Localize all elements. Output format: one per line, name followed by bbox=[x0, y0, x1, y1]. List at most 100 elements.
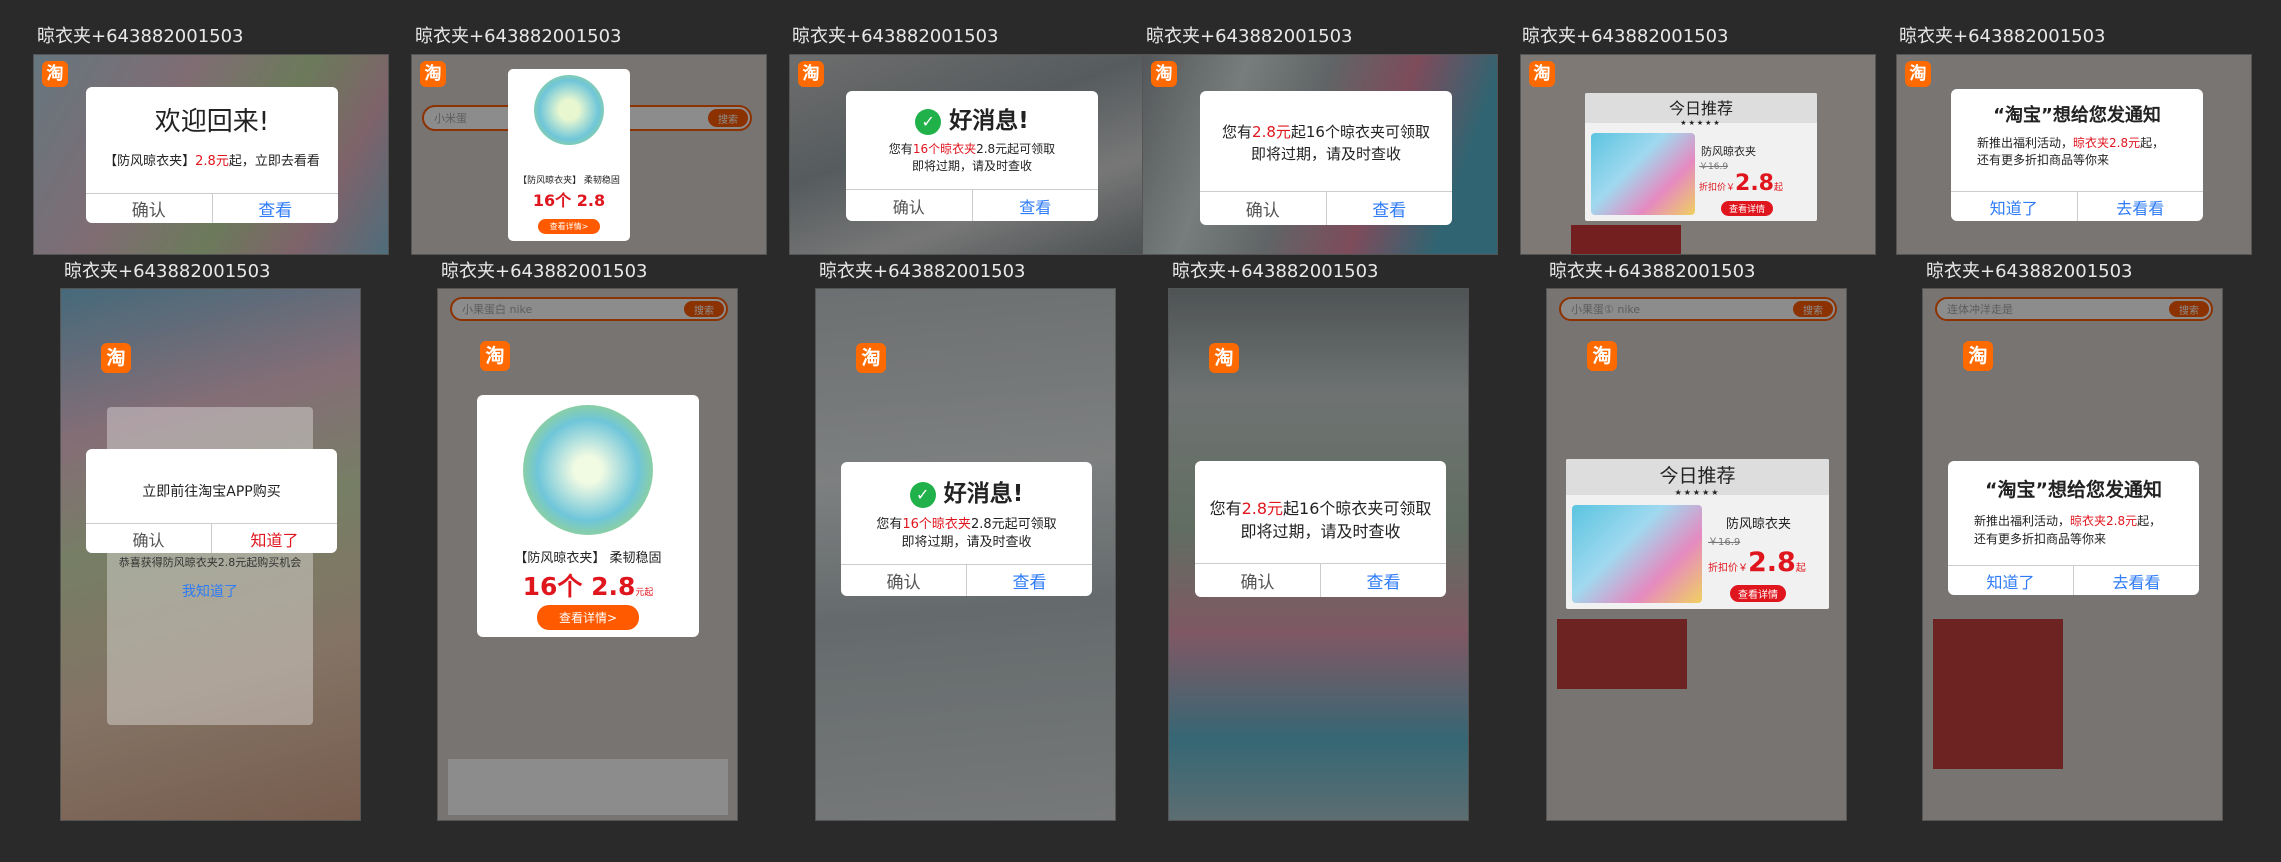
dialog-body: 新推出福利活动，晾衣夹2.8元起， 还有更多折扣商品等你来 bbox=[1977, 136, 2165, 167]
variant-label: 晾衣夹+643882001503 bbox=[819, 261, 1026, 282]
welcome-dialog: 欢迎回来! 【防风晾衣夹】2.8元起，立即去看看 确认 查看 bbox=[86, 87, 338, 223]
product-caption: 【防风晾衣夹】 柔韧稳固 bbox=[514, 551, 662, 566]
check-icon: ✓ bbox=[909, 481, 936, 508]
ad-thumbnail-recommend-landscape[interactable]: 淘 今日推荐 ★★★★★ 防风晾衣夹 ￥16.9 折扣价￥2.8起 查看详情 bbox=[1520, 54, 1876, 255]
taobao-logo-icon: 淘 bbox=[856, 343, 886, 373]
dialog-title: 欢迎回来! bbox=[154, 107, 270, 137]
go-look-button[interactable]: 去看看 bbox=[2073, 566, 2199, 595]
dialog-title: 今日推荐 bbox=[1668, 99, 1733, 118]
ad-thumbnail-expire-landscape[interactable]: 淘 您有2.8元起16个晾衣夹可领取 即将过期，请及时查收 确认 查看 bbox=[1142, 54, 1498, 255]
goto-app-dialog: 立即前往淘宝APP购买 确认 知道了 bbox=[86, 449, 337, 553]
view-detail-button[interactable]: 查看详情> bbox=[536, 605, 640, 630]
taobao-logo-icon: 淘 bbox=[1209, 343, 1239, 373]
variant-label: 晾衣夹+643882001503 bbox=[415, 26, 622, 47]
view-detail-button[interactable]: 查看详情 bbox=[1721, 201, 1774, 216]
confirm-button[interactable]: 确认 bbox=[1195, 564, 1320, 597]
ad-thumbnail-goodnews-portrait[interactable]: 淘 ✓ 好消息! 您有16个晾衣夹2.8元起可领取 即将过期，请及时查收 确认 查… bbox=[815, 288, 1116, 821]
check-icon: ✓ bbox=[915, 108, 942, 135]
dialog-title: ✓ 好消息! bbox=[841, 474, 1092, 508]
product-card-dialog: 【防风晾衣夹】 柔韧稳固 16个 2.8 查看详情> bbox=[508, 69, 630, 241]
taobao-logo-icon: 淘 bbox=[101, 343, 131, 373]
confirm-button[interactable]: 确认 bbox=[86, 524, 211, 553]
variant-label: 晾衣夹+643882001503 bbox=[1549, 261, 1756, 282]
product-caption: 【防风晾衣夹】 柔韧稳固 bbox=[518, 176, 620, 186]
product-card-dialog: 【防风晾衣夹】 柔韧稳固 16个 2.8元起 查看详情> bbox=[477, 395, 699, 637]
rating-stars: ★★★★★ bbox=[1680, 119, 1722, 127]
dialog-title: 今日推荐 bbox=[1659, 465, 1736, 487]
view-button[interactable]: 查看 bbox=[1325, 192, 1453, 225]
taobao-logo-icon: 淘 bbox=[480, 341, 510, 371]
variant-label: 晾衣夹+643882001503 bbox=[792, 26, 999, 47]
dialog-body: 【防风晾衣夹】2.8元起，立即去看看 bbox=[104, 154, 320, 169]
taobao-logo-icon: 淘 bbox=[1529, 61, 1555, 87]
variant-label: 晾衣夹+643882001503 bbox=[1522, 26, 1729, 47]
discount-price: 折扣价￥2.8起 bbox=[1699, 171, 1784, 196]
taobao-logo-icon: 淘 bbox=[1963, 341, 1993, 371]
product-name: 防风晾衣夹 bbox=[1726, 517, 1792, 532]
confirm-button[interactable]: 确认 bbox=[841, 565, 966, 596]
go-look-button[interactable]: 去看看 bbox=[2076, 192, 2204, 221]
variant-label: 晾衣夹+643882001503 bbox=[64, 261, 271, 282]
dialog-body: 立即前往淘宝APP购买 bbox=[142, 484, 281, 500]
product-image bbox=[1591, 133, 1695, 215]
taobao-logo-icon: 淘 bbox=[420, 61, 446, 87]
notify-dialog: “淘宝”想给您发通知 新推出福利活动，晾衣夹2.8元起， 还有更多折扣商品等你来… bbox=[1948, 461, 2199, 595]
taobao-logo-icon: 淘 bbox=[1587, 341, 1617, 371]
good-news-dialog: ✓ 好消息! 您有16个晾衣夹2.8元起可领取 即将过期，请及时查收 确认 查看 bbox=[846, 91, 1098, 221]
view-button[interactable]: 查看 bbox=[211, 194, 339, 223]
dialog-body: 您有16个晾衣夹2.8元起可领取 即将过期，请及时查收 bbox=[888, 142, 1056, 173]
product-name: 防风晾衣夹 bbox=[1701, 145, 1756, 158]
product-image bbox=[534, 75, 604, 145]
confirm-button[interactable]: 确认 bbox=[846, 190, 972, 221]
confirm-button[interactable]: 确认 bbox=[1200, 192, 1326, 225]
taobao-logo-icon: 淘 bbox=[798, 61, 824, 87]
ad-thumbnail-goto-app-portrait[interactable]: 淘 恭喜获得防风晾衣夹2.8元起购买机会 我知道了 立即前往淘宝APP购买 确认… bbox=[60, 288, 361, 821]
ad-thumbnail-product-landscape[interactable]: 小米蛋 搜索 淘 【防风晾衣夹】 柔韧稳固 16个 2.8 查看详情> bbox=[411, 54, 767, 255]
product-price: 16个 2.8元起 bbox=[522, 572, 654, 601]
ad-thumbnail-expire-portrait[interactable]: 淘 您有2.8元起16个晾衣夹可领取 即将过期，请及时查收 确认 查看 bbox=[1168, 288, 1469, 821]
variant-label: 晾衣夹+643882001503 bbox=[441, 261, 648, 282]
recommend-dialog: 今日推荐 ★★★★★ 防风晾衣夹 ￥16.9 折扣价￥2.8起 查看详情 bbox=[1566, 459, 1829, 609]
expire-dialog: 您有2.8元起16个晾衣夹可领取 即将过期，请及时查收 确认 查看 bbox=[1200, 91, 1452, 225]
product-image bbox=[1572, 505, 1702, 603]
bg-know-link: 我知道了 bbox=[182, 584, 238, 600]
know-button[interactable]: 知道了 bbox=[211, 524, 337, 553]
variant-label: 晾衣夹+643882001503 bbox=[1172, 261, 1379, 282]
ad-thumbnail-welcome-landscape[interactable]: 淘 欢迎回来! 【防风晾衣夹】2.8元起，立即去看看 确认 查看 bbox=[33, 54, 389, 255]
bg-promo-text: 恭喜获得防风晾衣夹2.8元起购买机会 bbox=[118, 556, 302, 569]
ad-thumbnail-product-portrait[interactable]: 小果蛋白 nike 搜索 淘 【防风晾衣夹】 柔韧稳固 16个 2.8元起 查看详… bbox=[437, 288, 738, 821]
taobao-logo-icon: 淘 bbox=[1151, 61, 1177, 87]
taobao-logo-icon: 淘 bbox=[42, 61, 68, 87]
dialog-body: 您有16个晾衣夹2.8元起可领取 即将过期，请及时查收 bbox=[876, 517, 1057, 550]
know-button[interactable]: 知道了 bbox=[1948, 566, 2073, 595]
variant-label: 晾衣夹+643882001503 bbox=[1926, 261, 2133, 282]
dialog-title: “淘宝”想给您发通知 bbox=[1993, 105, 2161, 126]
dialog-title: “淘宝”想给您发通知 bbox=[1985, 479, 2162, 501]
notify-dialog: “淘宝”想给您发通知 新推出福利活动，晾衣夹2.8元起， 还有更多折扣商品等你来… bbox=[1951, 89, 2203, 221]
ad-thumbnail-recommend-portrait[interactable]: 小果蛋① nike 搜索 淘 今日推荐 ★★★★★ 防风晾衣夹 ￥16.9 折扣价… bbox=[1546, 288, 1847, 821]
ad-thumbnail-notify-portrait[interactable]: 连体冲洋走是 搜索 淘 “淘宝”想给您发通知 新推出福利活动，晾衣夹2.8元起， … bbox=[1922, 288, 2223, 821]
ad-thumbnail-notify-landscape[interactable]: 淘 “淘宝”想给您发通知 新推出福利活动，晾衣夹2.8元起， 还有更多折扣商品等… bbox=[1896, 54, 2252, 255]
old-price: ￥16.9 bbox=[1708, 537, 1741, 548]
dialog-body: 您有2.8元起16个晾衣夹可领取 即将过期，请及时查收 bbox=[1222, 123, 1430, 163]
product-image bbox=[523, 405, 653, 535]
variant-label: 晾衣夹+643882001503 bbox=[1899, 26, 2106, 47]
view-detail-button[interactable]: 查看详情> bbox=[537, 219, 601, 234]
recommend-dialog: 今日推荐 ★★★★★ 防风晾衣夹 ￥16.9 折扣价￥2.8起 查看详情 bbox=[1585, 93, 1817, 221]
dialog-body: 您有2.8元起16个晾衣夹可领取 即将过期，请及时查收 bbox=[1209, 499, 1432, 541]
view-button[interactable]: 查看 bbox=[1320, 564, 1446, 597]
product-price: 16个 2.8 bbox=[532, 191, 606, 210]
variant-label: 晾衣夹+643882001503 bbox=[1146, 26, 1353, 47]
view-button[interactable]: 查看 bbox=[966, 565, 1092, 596]
know-button[interactable]: 知道了 bbox=[1951, 192, 2077, 221]
ad-thumbnail-goodnews-landscape[interactable]: 淘 ✓ 好消息! 您有16个晾衣夹2.8元起可领取 即将过期，请及时查收 确认 查… bbox=[789, 54, 1145, 255]
taobao-logo-icon: 淘 bbox=[1905, 61, 1931, 87]
view-button[interactable]: 查看 bbox=[971, 190, 1099, 221]
dialog-title: ✓ 好消息! bbox=[846, 101, 1098, 135]
dialog-body: 新推出福利活动，晾衣夹2.8元起， 还有更多折扣商品等你来 bbox=[1974, 514, 2162, 546]
confirm-button[interactable]: 确认 bbox=[86, 194, 212, 223]
view-detail-button[interactable]: 查看详情 bbox=[1730, 585, 1786, 602]
discount-price: 折扣价￥2.8起 bbox=[1708, 547, 1806, 578]
expire-dialog: 您有2.8元起16个晾衣夹可领取 即将过期，请及时查收 确认 查看 bbox=[1195, 461, 1446, 597]
good-news-dialog: ✓ 好消息! 您有16个晾衣夹2.8元起可领取 即将过期，请及时查收 确认 查看 bbox=[841, 462, 1092, 596]
